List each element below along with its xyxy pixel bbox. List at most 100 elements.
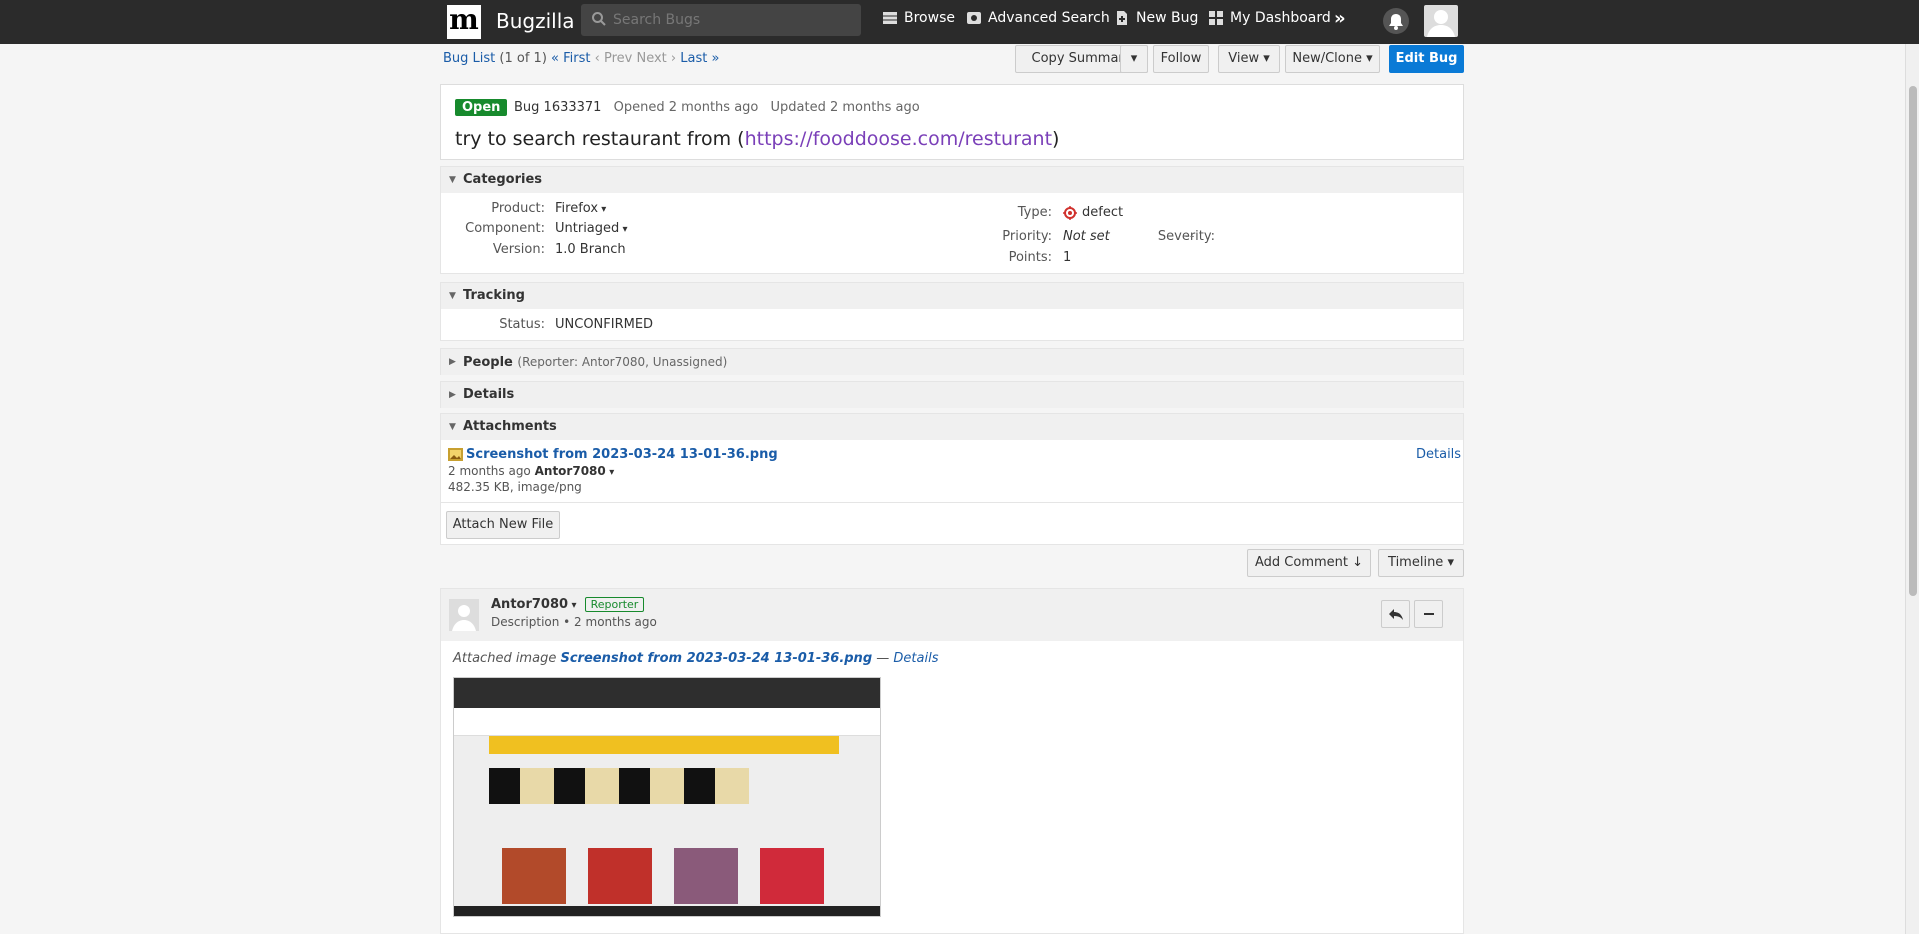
- bug-url-link[interactable]: https://fooddoose.com/resturant: [745, 128, 1052, 150]
- commenter-avatar[interactable]: [449, 599, 479, 631]
- follow-button[interactable]: Follow: [1153, 45, 1209, 73]
- attachments-section: ▼ Attachments Screenshot from 2023-03-24 …: [440, 413, 1464, 545]
- last-link[interactable]: Last »: [680, 51, 719, 66]
- new-clone-button[interactable]: New/Clone ▾: [1285, 45, 1380, 73]
- new-bug-link[interactable]: New Bug: [1114, 10, 1198, 26]
- product-value[interactable]: Firefox: [555, 201, 606, 216]
- browse-link[interactable]: Browse: [882, 10, 955, 26]
- people-section: ▶ People (Reporter: Antor7080, Unassigned…: [440, 348, 1464, 375]
- attached-image-link[interactable]: Screenshot from 2023-03-24 13-01-36.png: [560, 651, 872, 666]
- attached-prefix: Attached image: [453, 651, 557, 666]
- attachment-details-link[interactable]: Details: [1416, 447, 1461, 462]
- bug-list-navigation: Bug List (1 of 1) « First ‹ Prev Next › …: [443, 51, 719, 66]
- preview-restaurant-card: [588, 848, 652, 904]
- copy-summary-label: Copy Summary: [1031, 51, 1132, 66]
- attachment-image-preview[interactable]: [453, 677, 881, 917]
- view-button[interactable]: View ▾: [1218, 45, 1280, 73]
- priority-value: Not set: [1063, 229, 1110, 244]
- attachment-age: 2 months ago: [448, 464, 531, 478]
- advanced-search-link[interactable]: Advanced Search: [966, 10, 1110, 26]
- attachment-file-link[interactable]: Screenshot from 2023-03-24 13-01-36.png: [466, 447, 778, 462]
- priority-label: Priority:: [1002, 229, 1052, 244]
- timeline-button[interactable]: Timeline ▾: [1378, 549, 1464, 577]
- user-avatar[interactable]: [1424, 5, 1458, 37]
- copy-summary-dropdown[interactable]: ▾: [1120, 45, 1148, 73]
- attachment-meta: 2 months ago Antor7080: [448, 464, 614, 478]
- categories-title: Categories: [463, 172, 543, 187]
- commenter-line: Antor7080 Reporter: [491, 597, 645, 612]
- minus-icon: [1423, 613, 1434, 615]
- advanced-search-icon: [967, 12, 981, 24]
- attached-details-link[interactable]: Details: [893, 651, 938, 666]
- my-dashboard-link[interactable]: My Dashboard: [1208, 10, 1331, 26]
- people-title: People: [463, 355, 513, 370]
- search-icon: [592, 12, 606, 26]
- details-header[interactable]: ▶ Details: [441, 382, 1463, 408]
- product-label: Product:: [491, 201, 545, 216]
- comment-header: Antor7080 Reporter Description • 2 month…: [441, 589, 1463, 641]
- top-navigation-bar: m Bugzilla Browse Advanced Search New Bu…: [0, 0, 1919, 44]
- mozilla-logo[interactable]: m: [447, 5, 481, 39]
- page-scrollbar[interactable]: [1905, 44, 1919, 934]
- preview-product-carousel: [489, 768, 749, 804]
- preview-site-header: [454, 708, 880, 736]
- dashboard-icon: [1209, 11, 1223, 25]
- component-value[interactable]: Untriaged: [555, 221, 627, 236]
- status-value: UNCONFIRMED: [555, 317, 654, 332]
- next-link: Next ›: [636, 51, 677, 66]
- bug-id[interactable]: Bug 1633371: [514, 100, 601, 115]
- new-bug-icon: [1117, 11, 1127, 25]
- preview-restaurant-card: [674, 848, 738, 904]
- bug-updated: Updated 2 months ago: [770, 100, 920, 115]
- more-menu-button[interactable]: »: [1334, 8, 1346, 29]
- edit-bug-button[interactable]: Edit Bug: [1389, 45, 1464, 73]
- preview-taskbar: [454, 906, 880, 916]
- status-badge: Open: [455, 99, 508, 116]
- collapse-comment-button[interactable]: [1414, 600, 1443, 628]
- points-value: 1: [1063, 250, 1072, 265]
- type-text: defect: [1082, 205, 1124, 220]
- people-header[interactable]: ▶ People (Reporter: Antor7080, Unassigned…: [441, 349, 1463, 375]
- attachments-header[interactable]: ▼ Attachments: [441, 414, 1463, 440]
- attachment-author[interactable]: Antor7080: [535, 464, 615, 478]
- attached-separator: —: [876, 651, 890, 666]
- first-link[interactable]: « First: [551, 51, 590, 66]
- version-label: Version:: [492, 242, 545, 257]
- search-box[interactable]: [581, 4, 861, 36]
- points-label: Points:: [1008, 250, 1052, 265]
- collapsed-chevron-icon: ▶: [449, 357, 456, 367]
- attachment-divider: [441, 502, 1463, 503]
- comment-0: Antor7080 Reporter Description • 2 month…: [440, 588, 1464, 934]
- severity-label: Severity:: [1157, 229, 1215, 244]
- commenter-name[interactable]: Antor7080: [491, 597, 577, 612]
- search-input[interactable]: [613, 10, 853, 30]
- scrollbar-thumb[interactable]: [1909, 86, 1917, 596]
- tracking-header[interactable]: ▼ Tracking: [441, 283, 1463, 309]
- tracking-section: ▼ Tracking Status: UNCONFIRMED: [440, 282, 1464, 341]
- bug-list-count: (1 of 1): [499, 51, 547, 66]
- advanced-search-label: Advanced Search: [988, 10, 1110, 26]
- attachment-row: Screenshot from 2023-03-24 13-01-36.png: [448, 447, 778, 462]
- add-comment-button[interactable]: Add Comment ↓: [1247, 549, 1371, 577]
- brand-name[interactable]: Bugzilla: [496, 9, 575, 33]
- categories-header[interactable]: ▼ Categories: [441, 167, 1463, 193]
- new-bug-label: New Bug: [1136, 10, 1199, 26]
- preview-restaurant-card: [760, 848, 824, 904]
- bug-list-link[interactable]: Bug List: [443, 51, 495, 66]
- reply-button[interactable]: [1381, 600, 1410, 628]
- bug-summary-panel: Open Bug 1633371 Opened 2 months ago Upd…: [440, 84, 1464, 160]
- browse-icon: [883, 12, 897, 24]
- component-label: Component:: [465, 221, 545, 236]
- notifications-bell-icon[interactable]: [1383, 8, 1409, 34]
- tracking-title: Tracking: [463, 288, 525, 303]
- my-dashboard-label: My Dashboard: [1230, 10, 1331, 26]
- version-value: 1.0 Branch: [555, 242, 626, 257]
- attachments-title: Attachments: [463, 419, 557, 434]
- preview-restaurant-card: [502, 848, 566, 904]
- comment-meta: Description • 2 months ago: [491, 615, 657, 629]
- expanded-chevron-icon: ▼: [449, 422, 456, 432]
- expanded-chevron-icon: ▼: [449, 175, 456, 185]
- reporter-badge: Reporter: [584, 597, 645, 612]
- people-summary: (Reporter: Antor7080, Unassigned): [517, 355, 728, 369]
- attach-new-file-button[interactable]: Attach New File: [446, 511, 560, 539]
